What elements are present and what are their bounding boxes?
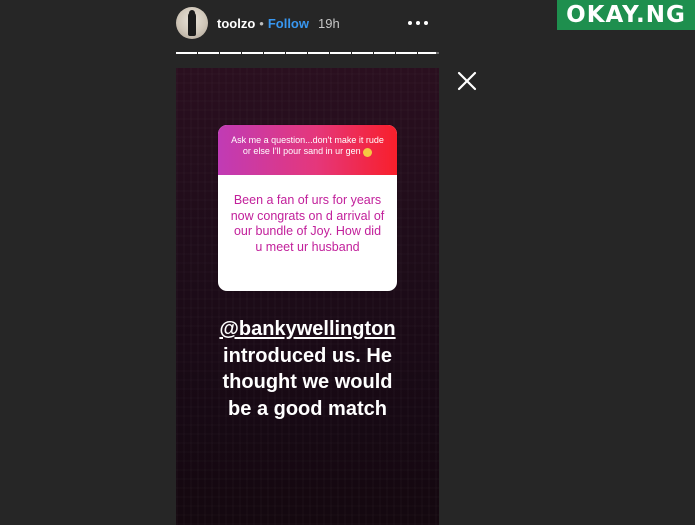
progress-segment [264, 52, 285, 54]
separator-dot: • [259, 15, 264, 31]
progress-segment [418, 52, 439, 54]
progress-segment [352, 52, 373, 54]
progress-segment [198, 52, 219, 54]
more-options-icon[interactable] [408, 21, 428, 25]
progress-segment [176, 52, 197, 54]
progress-segment [330, 52, 351, 54]
story-viewer: toolzo • Follow 19h Ask me a question...… [0, 0, 695, 525]
avatar-figure [188, 12, 196, 36]
reply-line-3: be a good match [228, 397, 387, 420]
more-dot [424, 21, 428, 25]
story-frame[interactable]: Ask me a question...don't make it rude o… [176, 68, 439, 525]
reply-line-2: thought we would [222, 371, 393, 393]
question-answer: Been a fan of urs for years now congrats… [230, 193, 385, 254]
progress-segment [396, 52, 417, 54]
mention-link[interactable]: @bankywellington [219, 318, 395, 340]
username[interactable]: toolzo [217, 16, 255, 31]
reply-line-1: introduced us. He [223, 344, 392, 367]
avatar[interactable] [176, 7, 208, 39]
progress-segment [242, 52, 263, 54]
more-dot [408, 21, 412, 25]
progress-segment-fill [418, 52, 436, 54]
reply-text: @bankywellington introduced us. He thoug… [176, 316, 439, 422]
watermark-logo: OKAY.NG [557, 0, 695, 30]
question-prompt-text: Ask me a question...don't make it rude o… [231, 135, 384, 156]
progress-segment [308, 52, 329, 54]
question-prompt: Ask me a question...don't make it rude o… [218, 125, 397, 175]
progress-segment [220, 52, 241, 54]
post-time: 19h [318, 15, 340, 31]
progress-segment [374, 52, 395, 54]
story-header: toolzo • Follow 19h [176, 5, 440, 41]
follow-button[interactable]: Follow [268, 16, 309, 31]
close-icon[interactable] [456, 70, 478, 92]
question-sticker: Ask me a question...don't make it rude o… [218, 125, 397, 291]
grimace-emoji-icon [363, 147, 373, 157]
story-progress-bar [176, 52, 439, 55]
progress-segment [286, 52, 307, 54]
more-dot [416, 21, 420, 25]
